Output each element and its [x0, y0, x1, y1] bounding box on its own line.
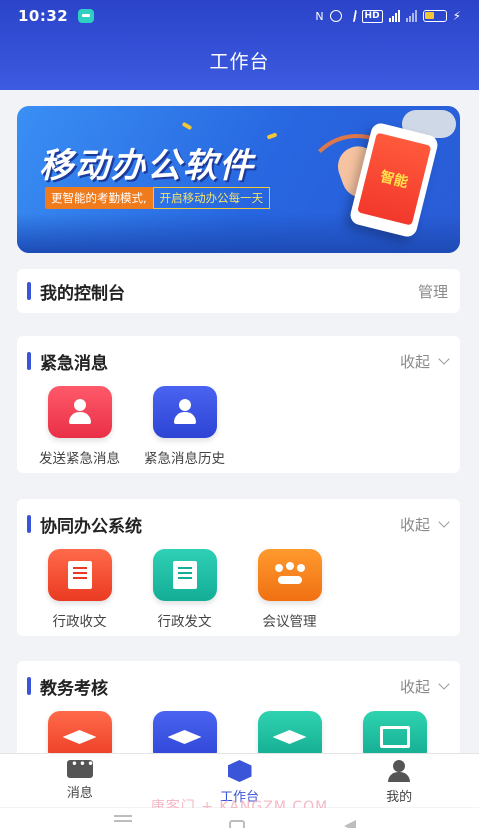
send-emergency-tile[interactable]: 发送紧急消息	[27, 386, 132, 467]
workbench-icon	[227, 760, 252, 782]
office-card: 协同办公系统 收起 行政收文 行政发文 会议管理	[17, 499, 460, 636]
home-icon[interactable]	[229, 820, 245, 828]
office-title: 协同办公系统	[40, 516, 142, 537]
menu-icon[interactable]	[114, 820, 132, 822]
page-title: 工作台	[209, 51, 270, 73]
promo-banner[interactable]: 移动办公软件 更智能的考勤模式, 开启移动办公每一天 智能	[17, 106, 460, 253]
send-document-tile[interactable]: 行政发文	[132, 549, 237, 630]
chevron-down-icon	[438, 677, 450, 690]
section-bar	[27, 515, 31, 533]
bluetooth-icon	[346, 10, 357, 22]
tile-label: 行政发文	[157, 614, 212, 630]
collapse-label: 收起	[399, 515, 430, 534]
profile-icon	[387, 760, 411, 782]
back-icon[interactable]	[344, 820, 356, 828]
tile-label: 发送紧急消息	[39, 451, 120, 467]
battery-icon	[422, 10, 447, 22]
emergency-collapse-button[interactable]: 收起	[399, 351, 450, 372]
manage-label: 管理	[417, 282, 448, 301]
banner-subtitle-right: 开启移动办公每一天	[152, 187, 271, 209]
hd-icon: HD	[361, 9, 383, 23]
alarm-icon	[329, 10, 342, 22]
banner-title: 移动办公软件	[39, 146, 255, 186]
emergency-title: 紧急消息	[40, 353, 108, 374]
office-collapse-button[interactable]: 收起	[399, 514, 450, 535]
tile-label: 行政收文	[52, 614, 107, 630]
emergency-card: 紧急消息 收起 发送紧急消息 紧急消息历史	[17, 336, 460, 473]
academic-collapse-button[interactable]: 收起	[399, 676, 450, 697]
signal-icon	[388, 10, 400, 22]
section-bar	[27, 282, 31, 300]
app-header: 10:32 N HD ⚡ 工作台	[0, 0, 479, 90]
emergency-history-icon	[152, 386, 217, 438]
chevron-down-icon	[438, 515, 450, 528]
leaf-decoration	[181, 121, 193, 131]
banner-subtitle: 更智能的考勤模式, 开启移动办公每一天	[45, 187, 271, 209]
chevron-down-icon	[438, 352, 450, 365]
meeting-management-icon	[257, 549, 322, 601]
leaf-decoration	[266, 132, 278, 140]
receive-document-tile[interactable]: 行政收文	[27, 549, 132, 630]
academic-title: 教务考核	[40, 678, 108, 699]
tile-label: 紧急消息历史	[144, 451, 225, 467]
console-card: 我的控制台 管理	[17, 269, 460, 313]
message-icon	[66, 757, 95, 778]
status-indicators: N HD ⚡	[315, 9, 461, 23]
send-document-icon	[152, 549, 217, 601]
section-bar	[27, 677, 31, 695]
academic-card: 教务考核 收起	[17, 661, 460, 763]
status-bar: 10:32 N HD ⚡	[0, 0, 479, 32]
send-emergency-icon	[47, 386, 112, 438]
collapse-label: 收起	[399, 352, 430, 371]
emergency-history-tile[interactable]: 紧急消息历史	[132, 386, 237, 467]
collapse-label: 收起	[399, 677, 430, 696]
chat-notification-icon	[78, 9, 95, 23]
tile-label: 会议管理	[262, 614, 317, 630]
charging-icon: ⚡	[452, 9, 461, 23]
system-nav-bar	[0, 808, 479, 828]
manage-button[interactable]: 管理	[418, 281, 448, 302]
meeting-management-tile[interactable]: 会议管理	[237, 549, 342, 630]
status-time: 10:32	[18, 7, 69, 25]
signal-secondary-icon	[405, 10, 417, 22]
phone-screen-text: 智能	[357, 132, 432, 226]
banner-subtitle-left: 更智能的考勤模式,	[45, 187, 153, 209]
receive-document-icon	[47, 549, 112, 601]
nfc-icon: N	[315, 9, 324, 23]
console-title: 我的控制台	[40, 283, 125, 304]
section-bar	[27, 352, 31, 370]
